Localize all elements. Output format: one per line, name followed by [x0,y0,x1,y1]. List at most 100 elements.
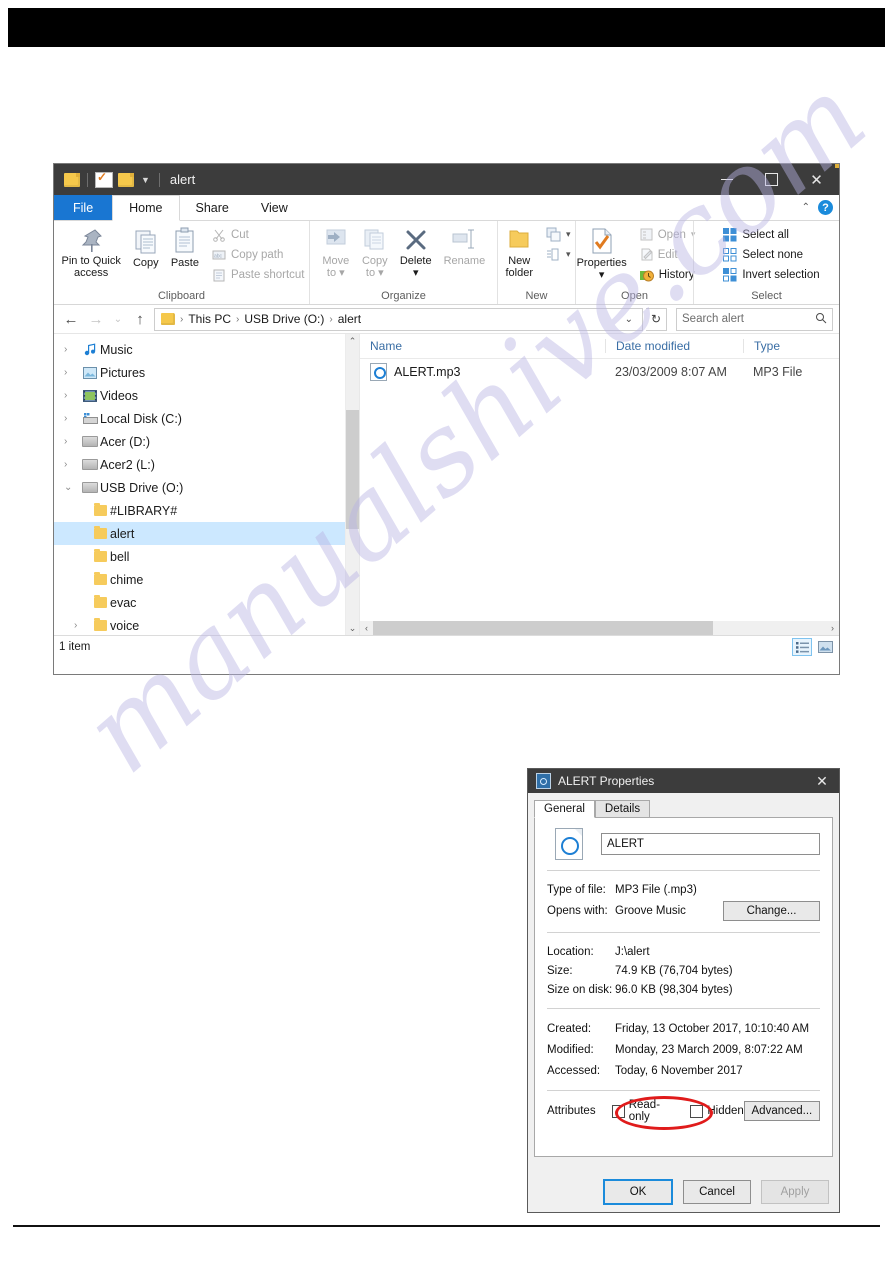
tab-view[interactable]: View [245,195,304,220]
tree-item-pictures[interactable]: › Pictures [54,361,359,384]
history-button[interactable]: History [637,265,699,284]
advanced-button[interactable]: Advanced... [743,1101,820,1121]
tab-file[interactable]: File [54,195,113,220]
chevron-right-icon[interactable]: › [74,620,90,631]
change-button[interactable]: Change... [723,901,820,921]
tree-item-acer2-l[interactable]: › Acer2 (L:) [54,453,359,476]
chevron-right-icon[interactable]: › [64,459,80,470]
tree-item-evac[interactable]: evac [54,591,359,614]
chevron-down-icon[interactable]: ▼ [139,175,152,185]
tree-item-bell[interactable]: bell [54,545,359,568]
close-button[interactable]: ✕ [794,164,839,195]
paste-shortcut-button[interactable]: Paste shortcut [209,265,308,284]
easy-access-button[interactable]: ▾ [543,245,574,264]
details-view-button[interactable] [792,638,812,656]
tree-item-alert[interactable]: alert [54,522,359,545]
new-folder-button[interactable]: New folder [499,225,539,281]
recent-locations-button[interactable]: ⌄ [110,308,126,330]
chevron-down-icon[interactable]: ⌄ [620,314,638,325]
hidden-checkbox-group[interactable]: Hidden [690,1104,744,1118]
copy-button[interactable]: Copy [127,225,165,271]
column-header-type[interactable]: Type [743,339,839,353]
tree-item-local-disk-c[interactable]: › Local Disk (C:) [54,407,359,430]
invert-selection-button[interactable]: Invert selection [720,265,822,284]
edit-button[interactable]: Edit [637,245,699,264]
navigation-pane-scrollbar[interactable]: ⌃ ⌄ [345,334,359,635]
chevron-down-icon[interactable]: ⌄ [64,482,80,493]
chevron-right-icon[interactable]: › [64,367,80,378]
file-date-modified: 23/03/2009 8:07 AM [615,365,727,379]
back-button[interactable]: ← [60,308,82,330]
select-all-button[interactable]: Select all [720,225,822,244]
maximize-button[interactable] [749,164,794,195]
column-header-name[interactable]: Name [360,339,605,353]
tab-share[interactable]: Share [180,195,245,220]
select-none-button[interactable]: Select none [720,245,822,264]
folder-tree: › Music › Pictures › Videos › Local Disk… [54,334,359,635]
chevron-right-icon[interactable]: › [64,344,80,355]
copy-path-button[interactable]: abc Copy path [209,245,308,264]
scroll-up-icon[interactable]: ⌃ [346,334,359,348]
paste-button[interactable]: Paste [165,225,205,271]
readonly-checkbox[interactable] [612,1104,625,1118]
help-icon[interactable]: ? [818,200,833,215]
chevron-right-icon[interactable]: › [64,413,80,424]
move-to-label: Move to ▾ [322,255,350,279]
new-folder-icon[interactable] [118,172,134,187]
tree-item-music[interactable]: › Music [54,338,359,361]
forward-button[interactable]: → [85,308,107,330]
folder-icon[interactable] [64,172,80,187]
tree-item-videos[interactable]: › Videos [54,384,359,407]
tree-item-library[interactable]: #LIBRARY# [54,499,359,522]
cancel-button[interactable]: Cancel [683,1180,751,1204]
scroll-left-icon[interactable]: ‹ [360,623,373,633]
tree-item-acer-d[interactable]: › Acer (D:) [54,430,359,453]
column-header-date-modified[interactable]: Date modified [605,339,743,353]
properties-icon[interactable] [95,170,113,188]
rename-button[interactable]: Rename [438,225,492,269]
copy-path-label: Copy path [230,248,284,261]
chevron-right-icon[interactable]: › [64,436,80,447]
apply-button[interactable]: Apply [761,1180,829,1204]
tree-item-voice[interactable]: › voice [54,614,359,635]
new-item-button[interactable]: ▾ [543,225,574,244]
field-value: 74.9 KB (76,704 bytes) [615,964,733,977]
copy-to-button[interactable]: Copy to ▾ [356,225,394,281]
field-value: Friday, 13 October 2017, 10:10:40 AM [615,1022,810,1035]
tree-item-chime[interactable]: chime [54,568,359,591]
chevron-up-icon[interactable]: ⌃ [802,202,810,213]
refresh-button[interactable]: ↻ [646,307,667,331]
address-bar[interactable]: › This PC › USB Drive (O:) › alert ⌄ [154,307,643,331]
cut-button[interactable]: Cut [209,225,308,244]
dialog-close-button[interactable]: ✕ [805,769,839,793]
breadcrumb-this-pc[interactable]: This PC [184,312,235,326]
minimize-button[interactable] [704,164,749,195]
move-to-button[interactable]: Move to ▾ [316,225,356,281]
ok-button[interactable]: OK [603,1179,673,1205]
delete-button[interactable]: Delete ▾ [394,225,438,281]
chevron-right-icon[interactable]: › [64,390,80,401]
breadcrumb-usb-drive[interactable]: USB Drive (O:) [240,312,328,326]
search-input[interactable]: Search alert [676,307,833,331]
scroll-down-icon[interactable]: ⌄ [346,621,359,635]
scrollbar-thumb[interactable] [346,410,359,529]
filename-input[interactable]: ALERT [601,833,820,855]
tree-item-usb-drive-o[interactable]: ⌄ USB Drive (O:) [54,476,359,499]
scrollbar-thumb[interactable] [373,621,713,635]
file-row[interactable]: ALERT.mp3 23/03/2009 8:07 AM MP3 File [360,359,839,385]
up-button[interactable]: ↑ [129,308,151,330]
properties-button[interactable]: Properties ▾ [571,225,633,283]
tab-general[interactable]: General [534,800,595,818]
tab-details[interactable]: Details [594,800,651,817]
search-placeholder: Search alert [682,313,745,325]
breadcrumb-alert[interactable]: alert [334,312,365,326]
scroll-right-icon[interactable]: › [826,623,839,633]
readonly-checkbox-group[interactable]: Read-only [612,1099,678,1123]
scrollbar-track[interactable] [373,621,826,635]
large-icons-view-button[interactable] [816,639,834,655]
file-list-horizontal-scrollbar[interactable]: ‹ › [360,621,839,635]
open-button[interactable]: Open ▾ [637,225,699,244]
hidden-checkbox[interactable] [690,1104,704,1118]
pin-to-quick-access-button[interactable]: Pin to Quick access [56,225,127,281]
tab-home[interactable]: Home [112,195,180,221]
